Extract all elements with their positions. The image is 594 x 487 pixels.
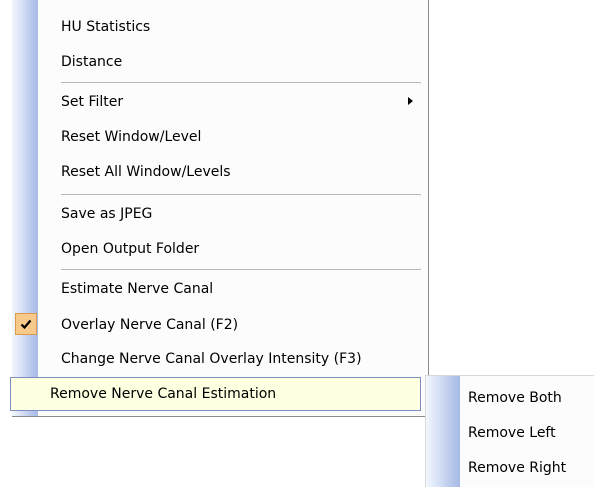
menu-item-label: Change Nerve Canal Overlay Intensity (F3…: [61, 351, 362, 367]
context-menu: HU Statistics Distance Set Filter Reset …: [12, 0, 429, 417]
menu-item-open-output-folder[interactable]: Open Output Folder: [12, 232, 427, 266]
checkmark-icon: [15, 313, 37, 335]
submenu-item-remove-right[interactable]: Remove Right: [426, 451, 594, 485]
menu-item-label: Remove Nerve Canal Estimation: [50, 386, 277, 402]
menu-separator: [61, 269, 421, 270]
remove-estimation-submenu: Remove Both Remove Left Remove Right: [426, 375, 594, 487]
menu-item-label: Set Filter: [61, 94, 124, 110]
menu-item-label: Save as JPEG: [61, 206, 153, 222]
submenu-item-label: Remove Both: [468, 390, 562, 406]
menu-item-distance[interactable]: Distance: [12, 45, 427, 79]
submenu-item-remove-both[interactable]: Remove Both: [426, 381, 594, 415]
menu-item-label: HU Statistics: [61, 19, 151, 35]
menu-item-set-filter[interactable]: Set Filter: [12, 85, 427, 119]
menu-item-change-overlay-intensity[interactable]: Change Nerve Canal Overlay Intensity (F3…: [12, 342, 427, 376]
menu-item-reset-all-window-levels[interactable]: Reset All Window/Levels: [12, 155, 427, 189]
menu-item-save-as-jpeg[interactable]: Save as JPEG: [12, 197, 427, 231]
menu-item-label: Estimate Nerve Canal: [61, 281, 214, 297]
menu-item-remove-nerve-canal-estimation[interactable]: Remove Nerve Canal Estimation: [10, 377, 421, 411]
menu-item-overlay-nerve-canal[interactable]: Overlay Nerve Canal (F2): [12, 308, 427, 342]
menu-item-reset-window-level[interactable]: Reset Window/Level: [12, 120, 427, 154]
menu-item-hu-statistics[interactable]: HU Statistics: [12, 10, 427, 44]
submenu-item-label: Remove Right: [468, 460, 567, 476]
menu-item-label: Reset Window/Level: [61, 129, 202, 145]
menu-item-estimate-nerve-canal[interactable]: Estimate Nerve Canal: [12, 272, 427, 306]
submenu-item-label: Remove Left: [468, 425, 556, 441]
menu-item-label: Distance: [61, 54, 123, 70]
menu-item-label: Overlay Nerve Canal (F2): [61, 317, 239, 333]
submenu-arrow-icon: [408, 97, 413, 105]
submenu-item-remove-left[interactable]: Remove Left: [426, 416, 594, 450]
menu-separator: [61, 194, 421, 195]
menu-separator: [61, 82, 421, 83]
menu-item-label: Open Output Folder: [61, 241, 200, 257]
screen: HU Statistics Distance Set Filter Reset …: [0, 0, 594, 487]
menu-item-label: Reset All Window/Levels: [61, 164, 231, 180]
